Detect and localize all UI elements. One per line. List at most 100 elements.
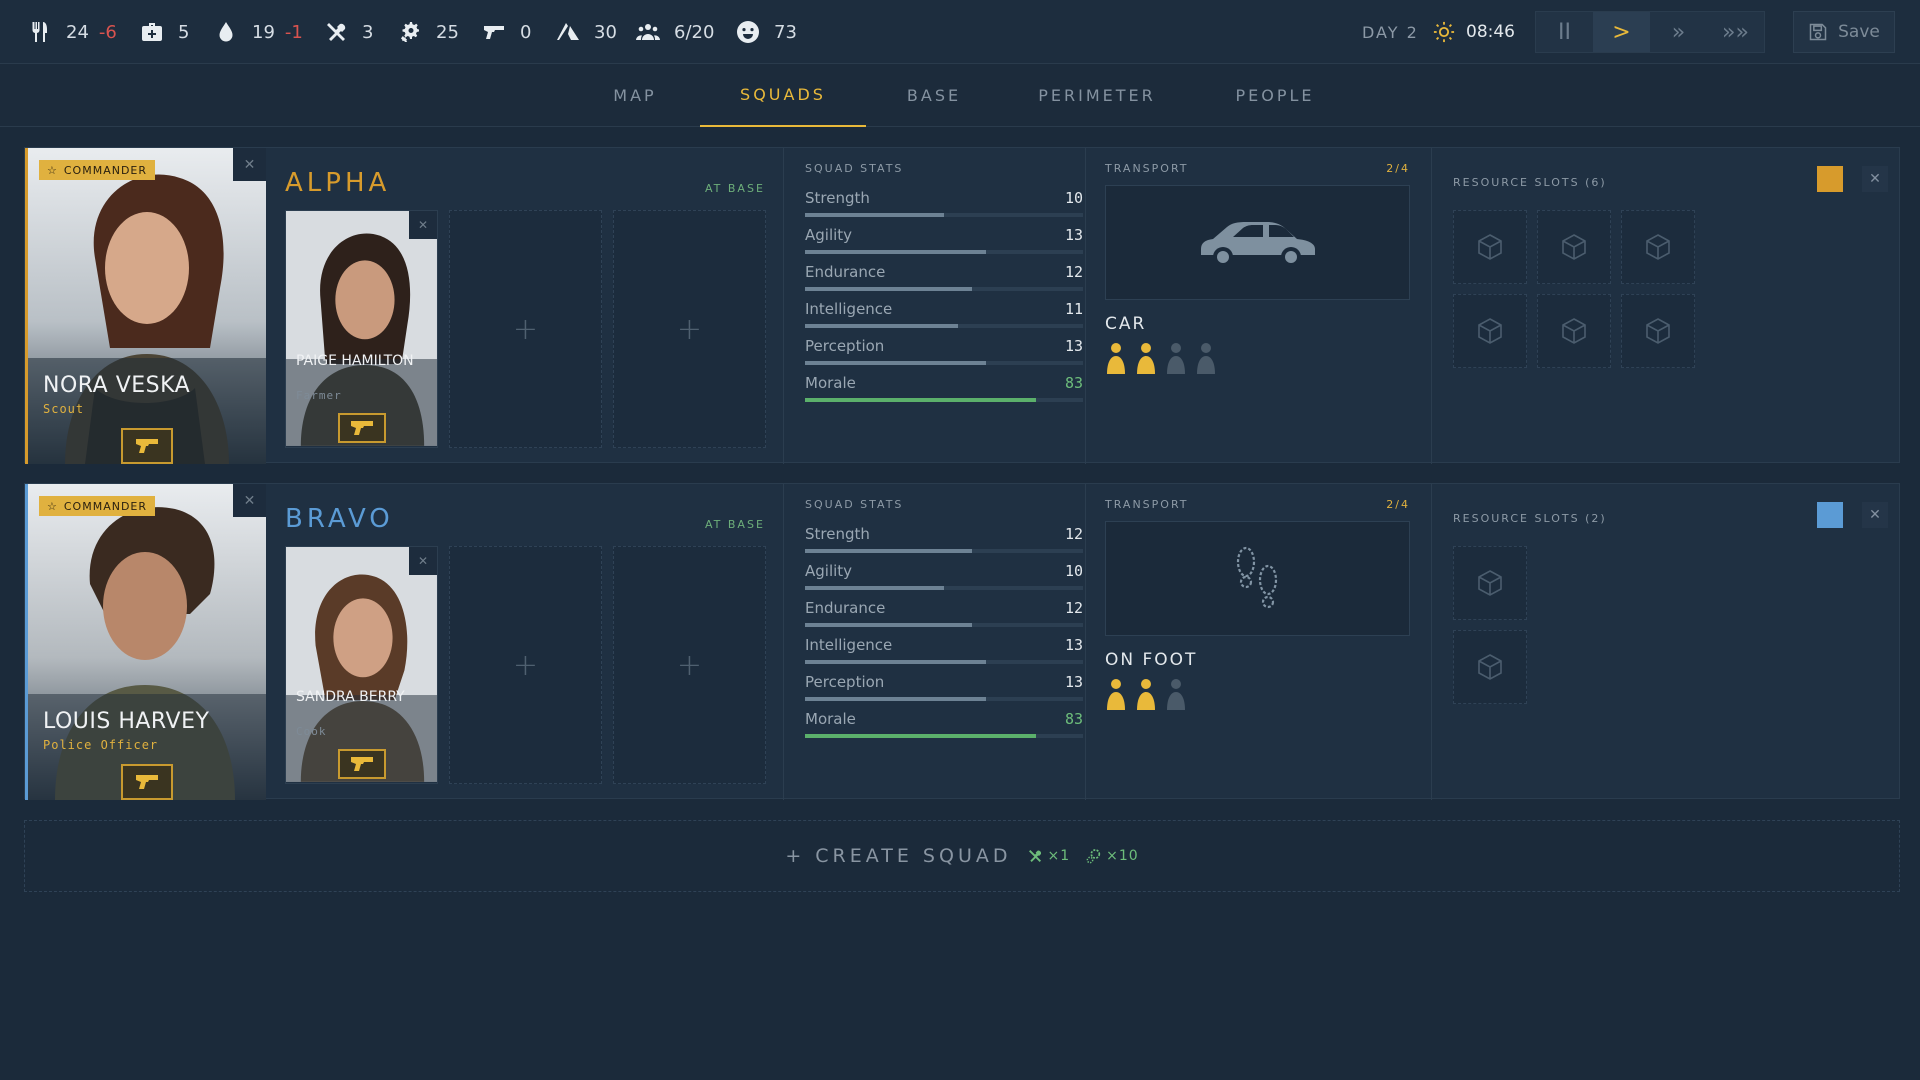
remove-commander-button[interactable]: ✕ bbox=[233, 484, 266, 517]
add-member-slot[interactable]: + bbox=[613, 546, 766, 784]
pistol-icon bbox=[136, 775, 158, 789]
commander-portrait bbox=[25, 484, 266, 800]
stat-morale: Morale 83 bbox=[805, 708, 1083, 745]
transport-seats bbox=[1105, 678, 1410, 710]
resource-medicine[interactable]: 5 bbox=[140, 0, 189, 64]
resource-tools[interactable]: 3 bbox=[324, 0, 373, 64]
transport-selector[interactable] bbox=[1105, 521, 1410, 636]
tab-map[interactable]: MAP bbox=[590, 64, 680, 127]
stat-fill bbox=[805, 660, 986, 664]
tab-squads[interactable]: SQUADS bbox=[700, 64, 866, 127]
disband-squad-button[interactable]: ✕ bbox=[1862, 502, 1888, 528]
stat-fill bbox=[805, 623, 972, 627]
resource-slot[interactable] bbox=[1537, 294, 1611, 368]
stat-label: Endurance bbox=[805, 599, 886, 617]
commander-card[interactable]: ☆ COMMANDER ✕ LOUIS HARVEY Police Officer bbox=[25, 484, 266, 800]
tab-base[interactable]: BASE bbox=[886, 64, 982, 127]
stat-fill bbox=[805, 250, 986, 254]
stat-morale: Morale 83 bbox=[805, 372, 1083, 409]
resource-parts[interactable]: 25 bbox=[398, 0, 459, 64]
save-label: Save bbox=[1838, 22, 1880, 42]
squad-color-picker[interactable] bbox=[1817, 166, 1843, 192]
crate-icon bbox=[1478, 234, 1502, 260]
pause-button[interactable]: II bbox=[1536, 12, 1593, 52]
save-button[interactable]: Save bbox=[1793, 11, 1895, 53]
resource-slot[interactable] bbox=[1537, 210, 1611, 284]
save-icon bbox=[1809, 23, 1827, 41]
resource-water[interactable]: 19 -1 bbox=[214, 0, 303, 64]
commander-card[interactable]: ☆ COMMANDER ✕ NORA VESKA Scout bbox=[25, 148, 266, 464]
commander-portrait bbox=[25, 148, 266, 464]
stats-header: SQUAD STATS bbox=[805, 162, 904, 175]
commander-weapon-slot[interactable] bbox=[121, 428, 173, 464]
create-squad-button[interactable]: + CREATE SQUAD ×1 ×10 bbox=[24, 820, 1900, 892]
stat-fill bbox=[805, 361, 986, 365]
divider bbox=[1085, 148, 1086, 464]
member-role: Cook bbox=[296, 725, 327, 738]
squad-color-picker[interactable] bbox=[1817, 502, 1843, 528]
member-weapon-slot[interactable] bbox=[338, 413, 386, 443]
commander-weapon-slot[interactable] bbox=[121, 764, 173, 800]
squad-name[interactable]: BRAVO bbox=[285, 504, 394, 534]
stat-bar bbox=[805, 549, 1083, 553]
stat-strength: Strength 12 bbox=[805, 523, 1083, 560]
resource-slot[interactable] bbox=[1621, 294, 1695, 368]
transport-panel: TRANSPORT 2/4 CAR bbox=[1105, 162, 1410, 374]
transport-header: TRANSPORT bbox=[1105, 162, 1189, 175]
member-card[interactable]: ✕ SANDRA BERRY Cook bbox=[285, 546, 438, 784]
resource-shelter[interactable]: 30 bbox=[556, 0, 617, 64]
remove-member-button[interactable]: ✕ bbox=[409, 547, 437, 575]
crate-icon bbox=[1478, 570, 1502, 596]
add-member-slot[interactable]: + bbox=[449, 210, 602, 448]
stat-bar bbox=[805, 213, 1083, 217]
fast-forward-button[interactable]: » bbox=[1650, 12, 1707, 52]
resource-weapons[interactable]: 0 bbox=[482, 0, 531, 64]
resource-slot[interactable] bbox=[1453, 546, 1527, 620]
commander-badge: ☆ COMMANDER bbox=[39, 160, 156, 180]
stat-intelligence: Intelligence 13 bbox=[805, 634, 1083, 671]
divider bbox=[1431, 484, 1432, 800]
stat-bar bbox=[805, 586, 1083, 590]
stat-value: 13 bbox=[1064, 337, 1083, 355]
tools-icon bbox=[327, 23, 346, 41]
happiness-icon bbox=[737, 21, 759, 43]
water-delta: -1 bbox=[284, 21, 303, 43]
resource-slot[interactable] bbox=[1621, 210, 1695, 284]
stat-label: Morale bbox=[805, 374, 856, 392]
add-member-slot[interactable]: + bbox=[449, 546, 602, 784]
play-button[interactable]: > bbox=[1593, 12, 1650, 52]
stat-label: Perception bbox=[805, 337, 885, 355]
remove-member-button[interactable]: ✕ bbox=[409, 211, 437, 239]
parts-icon bbox=[401, 22, 419, 42]
resource-happiness[interactable]: 73 bbox=[736, 0, 797, 64]
stat-perception: Perception 13 bbox=[805, 335, 1083, 372]
resource-food[interactable]: 24 -6 bbox=[28, 0, 117, 64]
transport-name: CAR bbox=[1105, 314, 1147, 334]
transport-selector[interactable] bbox=[1105, 185, 1410, 300]
resource-slot[interactable] bbox=[1453, 294, 1527, 368]
resource-population[interactable]: 6/20 bbox=[636, 0, 714, 64]
stat-value: 12 bbox=[1064, 525, 1083, 543]
happiness-value: 73 bbox=[774, 21, 797, 43]
stat-fill bbox=[805, 213, 944, 217]
add-member-slot[interactable]: + bbox=[613, 210, 766, 448]
tab-people[interactable]: PEOPLE bbox=[1222, 64, 1328, 127]
fastest-forward-button[interactable]: »» bbox=[1707, 12, 1764, 52]
resource-bar: 24 -6 5 19 -1 3 25 0 30 6/20 73 DAY 2 08… bbox=[0, 0, 1920, 64]
tab-perimeter[interactable]: PERIMETER bbox=[1032, 64, 1162, 127]
resource-slots-header: RESOURCE SLOTS (6) bbox=[1453, 176, 1607, 189]
tools-icon bbox=[1029, 850, 1042, 862]
member-card[interactable]: ✕ PAIGE HAMILTON Farmer bbox=[285, 210, 438, 448]
stat-value: 83 bbox=[1064, 710, 1083, 728]
stats-header: SQUAD STATS bbox=[805, 498, 904, 511]
squad-color-stripe bbox=[25, 484, 28, 800]
resource-slot[interactable] bbox=[1453, 210, 1527, 284]
stat-bar bbox=[805, 287, 1083, 291]
divider bbox=[783, 148, 784, 464]
remove-commander-button[interactable]: ✕ bbox=[233, 148, 266, 181]
squad-name[interactable]: ALPHA bbox=[285, 168, 390, 198]
member-weapon-slot[interactable] bbox=[338, 749, 386, 779]
sun-icon bbox=[1433, 21, 1454, 43]
disband-squad-button[interactable]: ✕ bbox=[1862, 166, 1888, 192]
resource-slot[interactable] bbox=[1453, 630, 1527, 704]
